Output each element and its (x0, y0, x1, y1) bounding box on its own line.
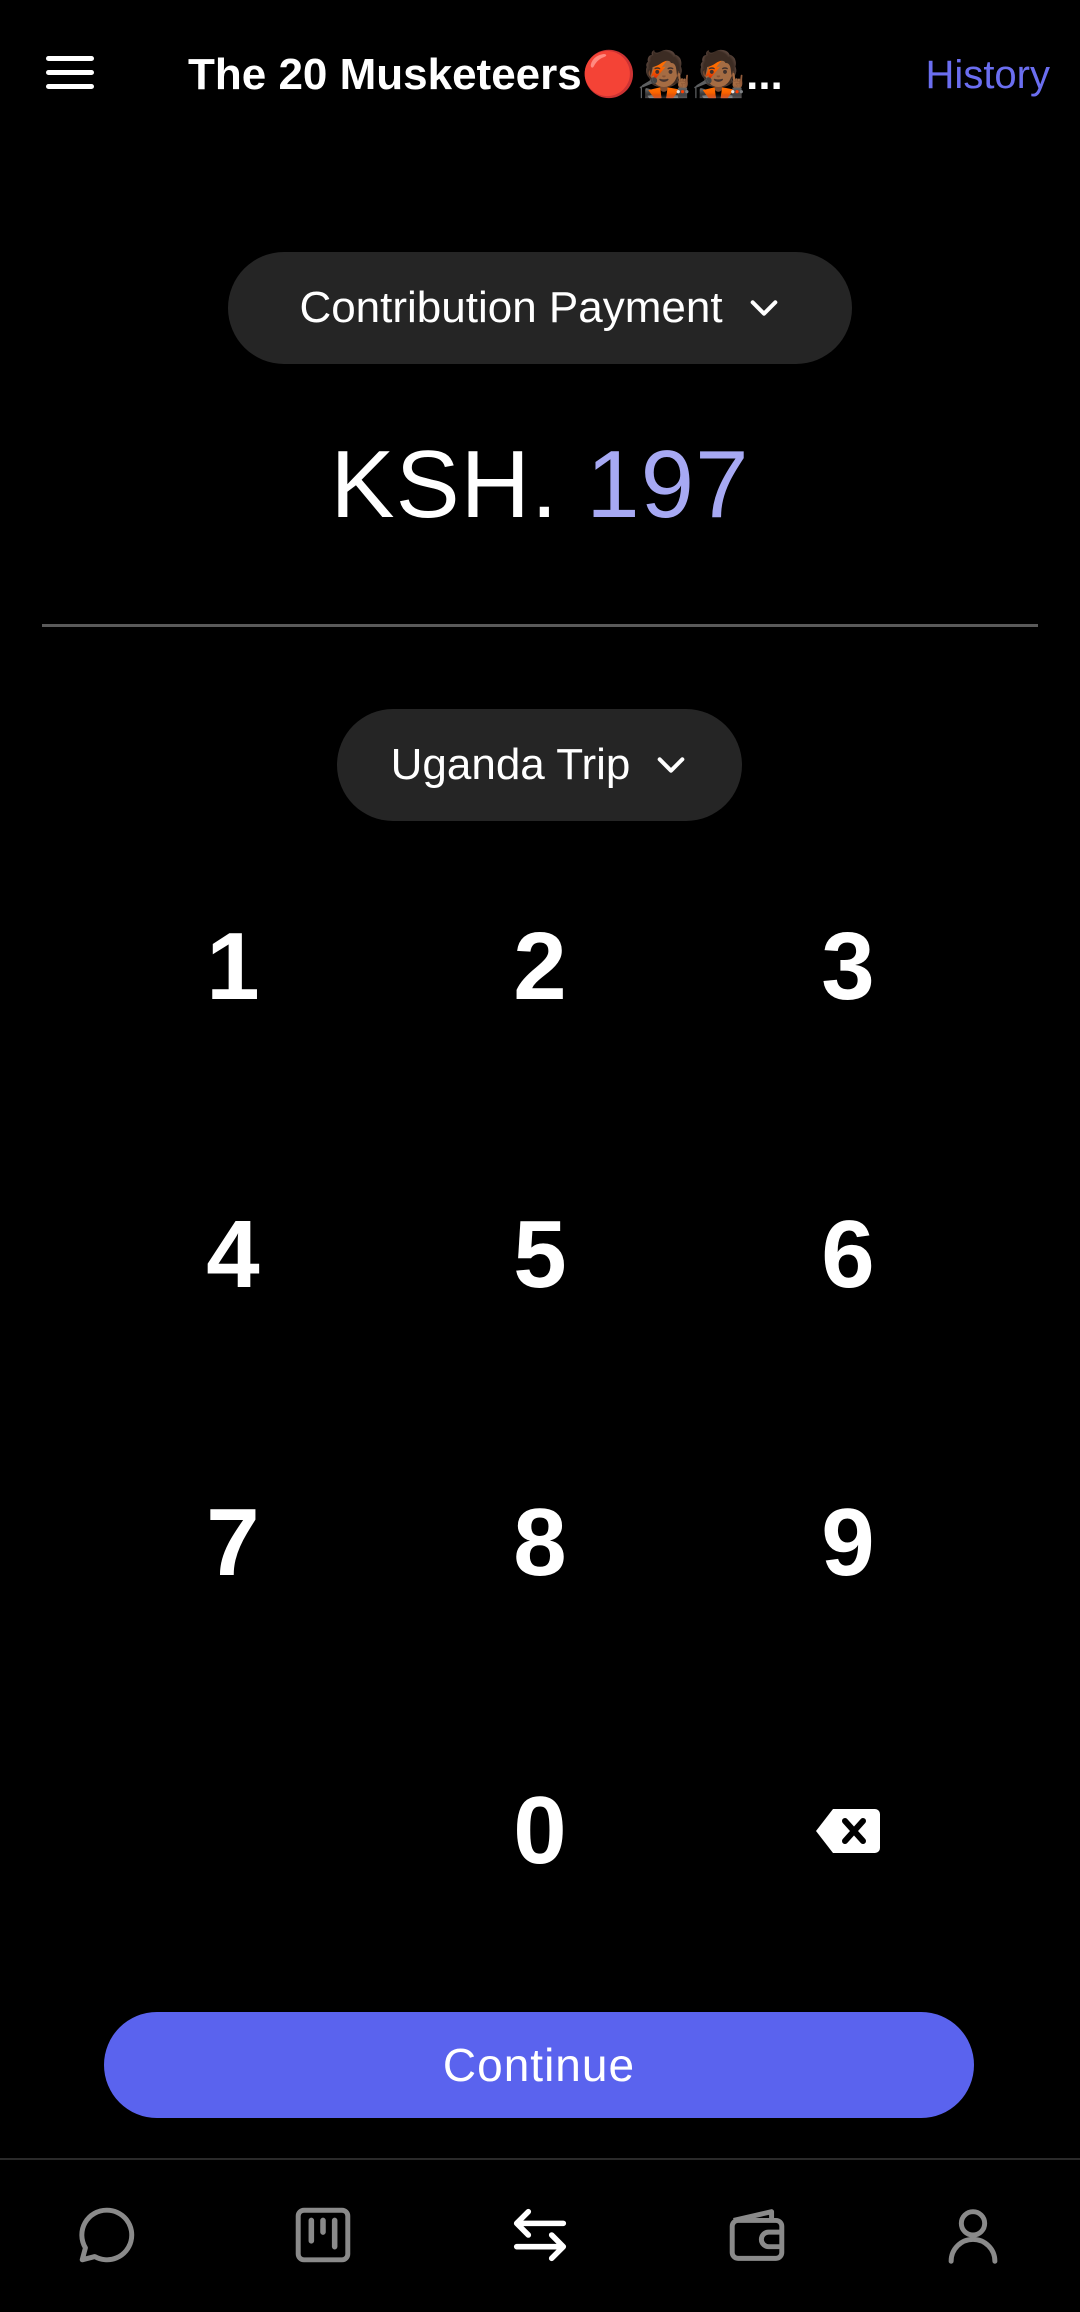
menu-icon[interactable] (46, 52, 100, 96)
divider (42, 624, 1038, 627)
backspace-icon (816, 1809, 880, 1853)
amount-value: 197 (586, 431, 750, 538)
target-label: Uganda Trip (390, 740, 631, 789)
key-2[interactable]: 2 (390, 867, 690, 1067)
key-9[interactable]: 9 (698, 1443, 998, 1643)
header: The 20 Musketeers🔴🧑🏾‍🎤🧑🏾‍🎤... History (0, 0, 1080, 150)
key-7[interactable]: 7 (83, 1443, 383, 1643)
key-1[interactable]: 1 (83, 867, 383, 1067)
nav-transfer[interactable] (505, 2200, 575, 2270)
bottom-nav (0, 2158, 1080, 2312)
nav-wallet[interactable] (722, 2200, 792, 2270)
nav-profile[interactable] (938, 2200, 1008, 2270)
nav-chats[interactable] (72, 2200, 142, 2270)
key-0[interactable]: 0 (390, 1731, 690, 1931)
board-icon (295, 2207, 351, 2263)
key-4[interactable]: 4 (83, 1155, 383, 1355)
payment-type-dropdown[interactable]: Contribution Payment (228, 252, 852, 364)
chat-icon (79, 2207, 135, 2263)
screen: The 20 Musketeers🔴🧑🏾‍🎤🧑🏾‍🎤... History Co… (0, 0, 1080, 2312)
key-8[interactable]: 8 (390, 1443, 690, 1643)
nav-board[interactable] (288, 2200, 358, 2270)
history-link[interactable]: History (926, 44, 1050, 106)
key-5[interactable]: 5 (390, 1155, 690, 1355)
transfer-icon (513, 2208, 567, 2262)
wallet-icon (729, 2209, 785, 2261)
target-dropdown[interactable]: Uganda Trip (337, 709, 742, 821)
group-title: The 20 Musketeers🔴🧑🏾‍🎤🧑🏾‍🎤... (188, 50, 783, 99)
backspace-key[interactable] (698, 1731, 998, 1931)
amount-display: KSH. 197 (0, 420, 1080, 550)
payment-type-label: Contribution Payment (299, 283, 723, 332)
chevron-down-icon (750, 300, 777, 316)
key-6[interactable]: 6 (698, 1155, 998, 1355)
continue-button[interactable]: Continue (104, 2012, 974, 2118)
chevron-down-icon (658, 757, 685, 773)
profile-icon (948, 2209, 998, 2264)
amount-currency: KSH. (330, 431, 559, 538)
key-3[interactable]: 3 (698, 867, 998, 1067)
